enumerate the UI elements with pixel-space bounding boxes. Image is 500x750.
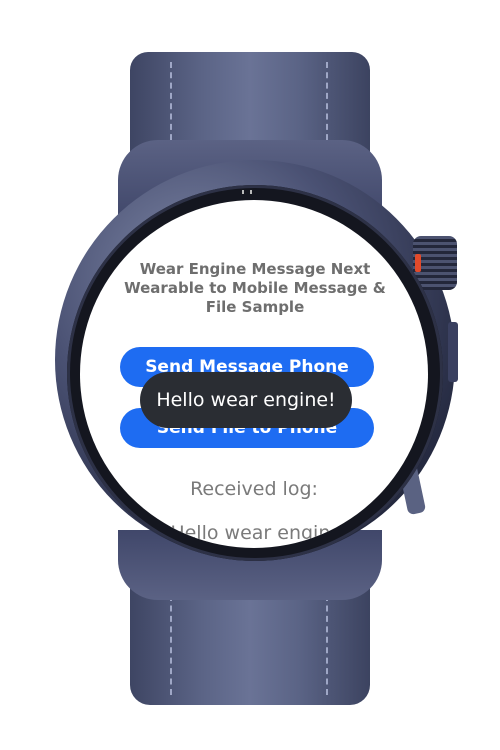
received-log-label: Received log: [190, 478, 318, 500]
bezel-twelve-marker [242, 190, 252, 194]
toast-message: Hello wear engine! [140, 372, 352, 428]
log-entry: Hello wear engine! [170, 522, 350, 544]
crown-accent-ring [415, 254, 421, 272]
watch-side-button[interactable] [448, 322, 458, 382]
app-title: Wear Engine Message Next Wearable to Mob… [124, 260, 386, 316]
